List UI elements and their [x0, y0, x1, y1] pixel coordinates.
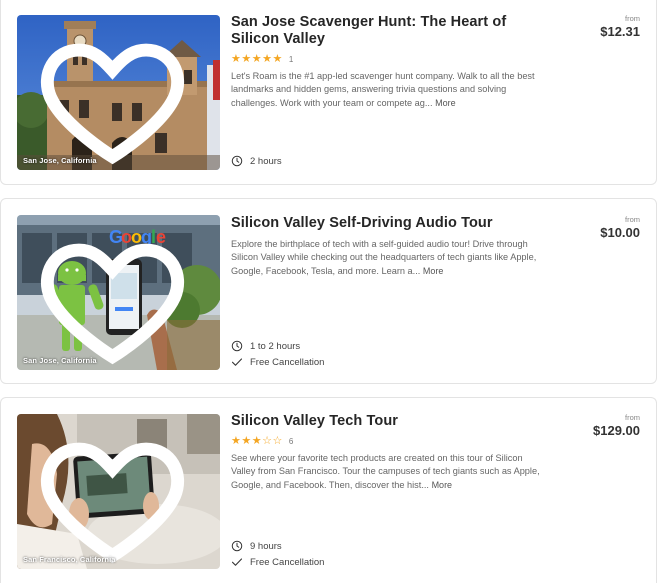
clock-icon [231, 540, 243, 552]
tour-image[interactable]: San Francisco, California [17, 414, 220, 569]
price-amount: $129.00 [593, 423, 640, 438]
review-count: 6 [288, 436, 294, 446]
price-from-label: from [625, 413, 640, 422]
tour-description: See where your favorite tech products ar… [231, 452, 547, 492]
free-cancellation: Free Cancellation [250, 356, 325, 368]
tour-description: Explore the birthplace of tech with a se… [231, 238, 547, 278]
price-from-label: from [625, 215, 640, 224]
free-cancellation: Free Cancellation [250, 556, 325, 568]
more-link[interactable]: More [423, 266, 444, 276]
tour-description: Let's Roam is the #1 app-led scavenger h… [231, 70, 547, 110]
tour-description-text: Explore the birthplace of tech with a se… [231, 239, 537, 276]
tour-image[interactable]: G o o g l e San Jose, California [17, 215, 220, 370]
tour-image[interactable]: San Jose, California [17, 15, 220, 170]
tour-card[interactable]: San Francisco, California Silicon Valley… [0, 397, 657, 583]
tour-duration: 9 hours [250, 540, 282, 552]
tour-meta: 9 hours Free Cancellation [231, 538, 324, 570]
tour-description-text: See where your favorite tech products ar… [231, 453, 540, 490]
tour-location: San Francisco, California [23, 555, 116, 564]
tour-price: from $10.00 [600, 215, 640, 240]
tour-description-text: Let's Roam is the #1 app-led scavenger h… [231, 71, 535, 108]
tour-duration: 1 to 2 hours [250, 340, 301, 352]
more-link[interactable]: More [432, 480, 453, 490]
price-amount: $10.00 [600, 225, 640, 240]
tour-rating: ★★★☆☆ 6 [231, 435, 551, 447]
star-icon: ★★★★★ [231, 52, 283, 65]
price-from-label: from [625, 14, 640, 23]
heart-icon[interactable] [17, 221, 214, 370]
clock-icon [231, 340, 243, 352]
heart-icon[interactable] [17, 420, 214, 569]
heart-icon[interactable] [17, 21, 214, 170]
tour-meta: 1 to 2 hours Free Cancellation [231, 338, 324, 370]
tour-card[interactable]: San Jose, California San Jose Scavenger … [0, 0, 657, 185]
price-amount: $12.31 [600, 24, 640, 39]
tour-duration: 2 hours [250, 155, 282, 167]
tour-title[interactable]: San Jose Scavenger Hunt: The Heart of Si… [231, 14, 551, 48]
check-icon [231, 358, 243, 366]
more-link[interactable]: More [435, 98, 456, 108]
check-icon [231, 558, 243, 566]
tour-location: San Jose, California [23, 356, 97, 365]
tour-location: San Jose, California [23, 156, 97, 165]
tour-title[interactable]: Silicon Valley Self-Driving Audio Tour [231, 215, 551, 232]
tour-price: from $12.31 [600, 14, 640, 39]
tour-rating: ★★★★★ 1 [231, 53, 551, 65]
star-icon: ★★★☆☆ [231, 434, 283, 447]
tour-meta: 2 hours [231, 153, 282, 169]
tour-card[interactable]: G o o g l e San Jose, California Silicon… [0, 198, 657, 384]
tour-price: from $129.00 [593, 413, 640, 438]
review-count: 1 [288, 54, 294, 64]
clock-icon [231, 155, 243, 167]
tour-title[interactable]: Silicon Valley Tech Tour [231, 413, 551, 430]
